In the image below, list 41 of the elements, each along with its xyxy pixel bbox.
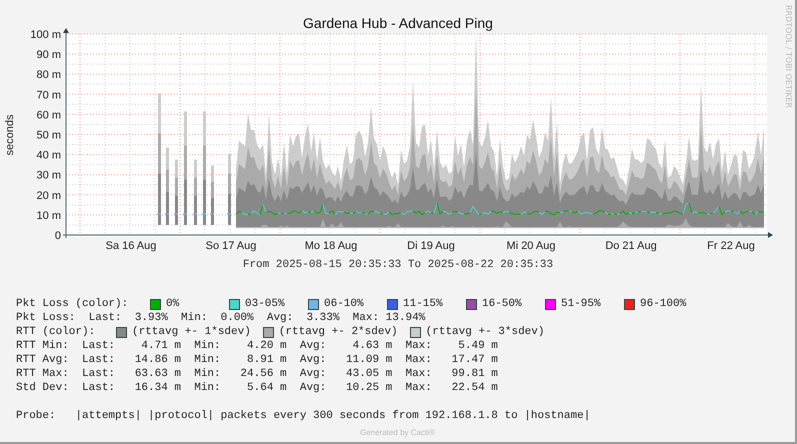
axis-tick-label: 100 m	[30, 29, 61, 41]
axis-tick-label: Sa 16 Aug	[106, 240, 156, 252]
axis-tick-label: Do 21 Aug	[605, 240, 657, 252]
legend-label: (rttavg +- 2*sdev)	[278, 325, 398, 339]
axis-tick-label: So 17 Aug	[206, 240, 256, 252]
legend-label: Pkt Loss (color):	[16, 297, 130, 311]
probe-text: Probe: |attempts| |protocol| packets every 300 seconds from 192.168.1.8 to |hostname|	[16, 409, 590, 423]
legend-label: 06-10%	[324, 297, 364, 311]
time-range-text: From 2025-08-15 20:35:33 To 2025-08-22 20:35:33	[242, 259, 554, 271]
rtt-stats-text: RTT Avg: Last: 14.86 m Min: 8.91 m Avg: 11.09 m Max: 17.47 m	[16, 353, 498, 367]
rtt-stats-text: RTT Max: Last: 63.63 m Min: 24.56 m Avg: 43.05 m Max: 99.81 m	[16, 367, 498, 381]
legend-label: 03-05%	[245, 297, 285, 311]
axis-tick-label: 30 m	[36, 170, 61, 182]
axis-tick-label: 70 m	[36, 89, 61, 102]
axis-tick-label: Fr 22 Aug	[707, 240, 755, 252]
axis-tick-label: 20 m	[36, 190, 61, 202]
axis-tick-label: 90 m	[36, 49, 61, 62]
legend-label: 96-100%	[640, 297, 686, 311]
legend-label: (rttavg +- 3*sdev)	[426, 325, 544, 339]
legend-label: (rttavg +- 1*sdev)	[132, 325, 251, 339]
axis-tick-label: 50 m	[36, 130, 61, 142]
axis-tick-label: 80 m	[36, 69, 61, 82]
axis-tick-label: 40 m	[36, 150, 61, 162]
axis-tick-label: Di 19 Aug	[407, 240, 455, 252]
axis-tick-label: 60 m	[36, 109, 61, 122]
rtt-stats-text: Std Dev: Last: 16.34 m Min: 5.64 m Avg: 10.25 m Max: 22.54 m	[16, 381, 498, 395]
legend-label: RTT (color):	[16, 325, 96, 339]
graph-title: Gardena Hub - Advanced Ping	[303, 15, 493, 31]
legend-label: 11-15%	[403, 297, 443, 311]
legend-label: 51-95%	[561, 297, 601, 311]
credit-text: RRDTOOL / TOBI OETIKER	[784, 5, 793, 108]
axis-tick-label: 0	[54, 230, 61, 242]
axis-tick-label: Mo 18 Aug	[304, 240, 358, 252]
axis-tick-label: 10 m	[36, 210, 61, 222]
footer-text: Generated by Cacti®	[360, 428, 435, 437]
axis-tick-label: Mi 20 Aug	[506, 240, 556, 252]
y-axis-label: seconds	[4, 114, 16, 156]
loss-stats-text: Pkt Loss: Last: 3.93% Min: 0.00% Avg: 3.33% Max: 13.94%	[16, 311, 426, 325]
legend-label: 16-50%	[482, 297, 522, 311]
rtt-stats-text: RTT Min: Last: 4.71 m Min: 4.20 m Avg: 4.63 m Max: 5.49 m	[16, 339, 498, 353]
legend-label: 0%	[166, 297, 180, 311]
